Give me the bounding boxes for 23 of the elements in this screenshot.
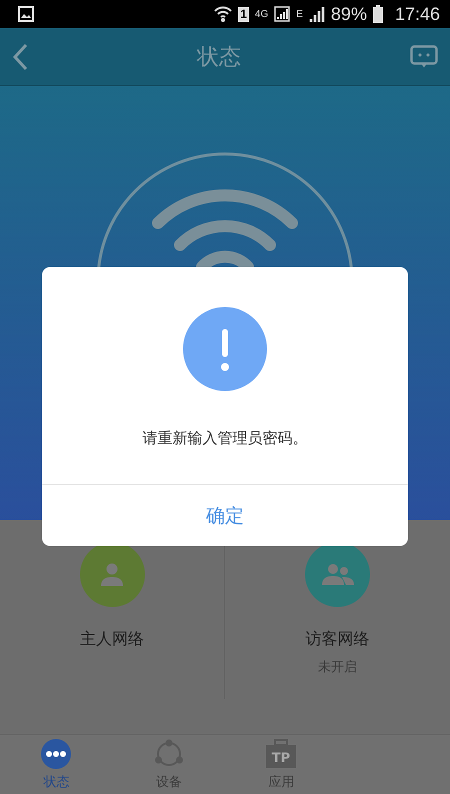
- back-icon[interactable]: [12, 42, 28, 70]
- page-title: 状态: [197, 44, 241, 72]
- exclamation-icon: [183, 307, 267, 391]
- signal-icon: [308, 6, 325, 22]
- network-label: 主人网络: [80, 629, 144, 650]
- nav-tab[interactable]: 状态: [0, 735, 112, 794]
- dialog-message: 请重新输入管理员密码。: [142, 429, 308, 448]
- battery-icon: [372, 5, 383, 23]
- person-icon: [100, 562, 124, 586]
- wifi-icon: [214, 5, 232, 23]
- network-type: 4G: [254, 8, 268, 20]
- signal-icon: [274, 6, 290, 22]
- image-icon: [18, 6, 34, 22]
- chat-icon[interactable]: [410, 44, 438, 68]
- clock: 17:46: [394, 4, 440, 24]
- connected-nodes-icon: [152, 739, 185, 769]
- network-label: 访客网络: [306, 629, 370, 650]
- group-icon: [322, 564, 354, 586]
- sim-icon: 1: [238, 6, 249, 22]
- more-icon: [41, 739, 72, 769]
- network-type: E: [296, 8, 303, 20]
- confirm-button[interactable]: 确定: [42, 484, 408, 546]
- battery-percent: 89%: [330, 4, 367, 24]
